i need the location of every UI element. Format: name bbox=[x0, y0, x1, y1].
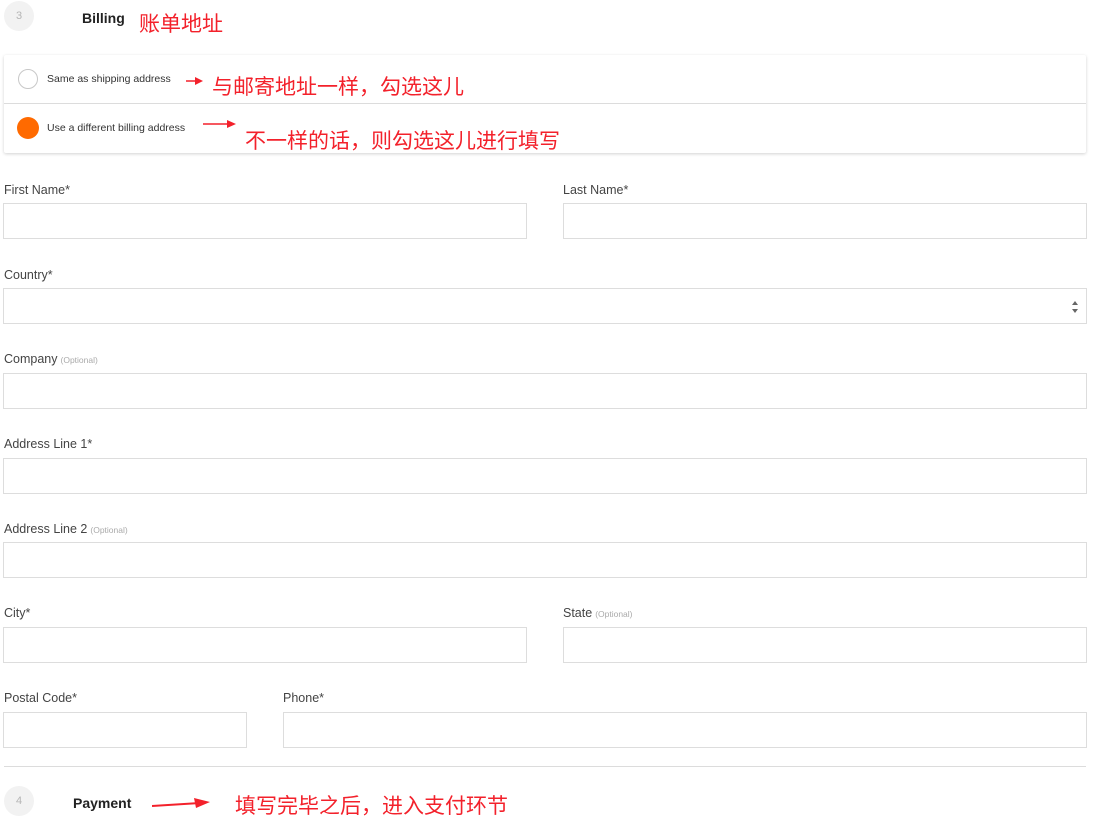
address1-input[interactable] bbox=[3, 458, 1087, 494]
address2-input[interactable] bbox=[3, 542, 1087, 578]
radio-different-billing[interactable] bbox=[17, 117, 39, 139]
address2-optional-tag: (Optional) bbox=[90, 525, 128, 535]
company-label-text: Company bbox=[4, 352, 58, 366]
step-number-payment: 4 bbox=[4, 786, 34, 816]
city-input[interactable] bbox=[3, 627, 527, 663]
country-select[interactable] bbox=[3, 288, 1087, 324]
option-same-as-shipping[interactable]: Same as shipping address bbox=[4, 55, 1086, 104]
arrow-icon bbox=[203, 120, 236, 128]
state-optional-tag: (Optional) bbox=[595, 609, 633, 619]
company-label: Company (Optional) bbox=[4, 352, 98, 366]
section-divider bbox=[4, 766, 1086, 767]
option-same-annotation: 与邮寄地址一样，勾选这儿 bbox=[212, 76, 464, 99]
option-different-annotation: 不一样的话，则勾选这儿进行填写 bbox=[245, 130, 560, 153]
address2-label-text: Address Line 2 bbox=[4, 522, 88, 536]
last-name-label: Last Name* bbox=[563, 183, 629, 197]
option-same-as-shipping-label: Same as shipping address bbox=[47, 73, 171, 85]
first-name-input[interactable] bbox=[3, 203, 527, 239]
billing-annotation: 账单地址 bbox=[139, 13, 223, 36]
first-name-label: First Name* bbox=[4, 183, 70, 197]
state-label: State (Optional) bbox=[563, 606, 633, 620]
step-number-billing: 3 bbox=[4, 1, 34, 31]
payment-annotation: 填写完毕之后，进入支付环节 bbox=[235, 795, 508, 818]
state-label-text: State bbox=[563, 606, 593, 620]
last-name-input[interactable] bbox=[563, 203, 1087, 239]
phone-label: Phone* bbox=[283, 691, 325, 705]
radio-same-as-shipping[interactable] bbox=[18, 69, 38, 89]
select-arrows-icon bbox=[1072, 301, 1078, 313]
option-different-billing-label: Use a different billing address bbox=[47, 122, 186, 134]
postal-code-input[interactable] bbox=[3, 712, 247, 748]
postal-code-label: Postal Code* bbox=[4, 691, 77, 705]
phone-input[interactable] bbox=[283, 712, 1087, 748]
arrow-icon bbox=[152, 798, 210, 808]
country-label: Country* bbox=[4, 268, 53, 282]
payment-step-title[interactable]: Payment bbox=[73, 795, 131, 811]
company-optional-tag: (Optional) bbox=[60, 355, 98, 365]
billing-step-title: Billing bbox=[82, 10, 125, 26]
state-input[interactable] bbox=[563, 627, 1087, 663]
arrow-icon bbox=[186, 77, 203, 85]
address2-label: Address Line 2 (Optional) bbox=[4, 522, 128, 536]
company-input[interactable] bbox=[3, 373, 1087, 409]
address1-label: Address Line 1* bbox=[4, 437, 93, 451]
city-label: City* bbox=[4, 606, 31, 620]
